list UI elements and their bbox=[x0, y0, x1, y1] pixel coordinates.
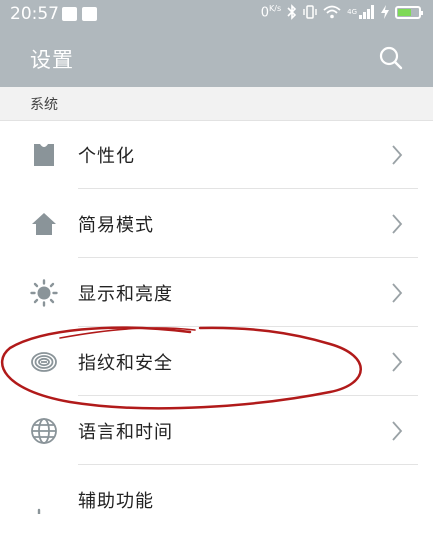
page-title: 设置 bbox=[30, 48, 74, 72]
wifi-icon bbox=[323, 5, 341, 19]
home-icon bbox=[32, 213, 56, 235]
settings-item-label: 显示和亮度 bbox=[78, 284, 173, 305]
chevron-right-icon bbox=[392, 214, 403, 234]
settings-item-label: 语言和时间 bbox=[78, 422, 173, 443]
section-header: 系统 bbox=[0, 87, 433, 121]
fingerprint-icon bbox=[31, 352, 57, 372]
net-badge: 4G bbox=[347, 8, 357, 17]
settings-item-language-time[interactable]: 语言和时间 bbox=[0, 396, 433, 465]
settings-item-simple-mode[interactable]: 简易模式 bbox=[0, 189, 433, 258]
signal-icon bbox=[359, 5, 374, 20]
brightness-icon bbox=[30, 279, 58, 307]
charging-icon bbox=[381, 5, 389, 20]
shirt-icon bbox=[34, 144, 54, 166]
accessibility-icon bbox=[37, 508, 41, 514]
section-label: 系统 bbox=[30, 97, 58, 113]
chevron-right-icon bbox=[392, 421, 403, 441]
app-bar: 设置 bbox=[0, 30, 433, 87]
settings-item-label: 简易模式 bbox=[78, 215, 154, 236]
chevron-right-icon bbox=[392, 283, 403, 303]
vibrate-icon bbox=[303, 5, 317, 19]
status-right-icons: 0K/s 4G bbox=[260, 4, 423, 21]
status-bar: 20:57 0K/s 4G bbox=[0, 0, 433, 30]
globe-icon bbox=[31, 418, 57, 444]
status-time: 20:57 bbox=[10, 4, 59, 24]
search-icon[interactable] bbox=[378, 45, 404, 71]
message-icon bbox=[62, 7, 77, 21]
settings-item-personalization[interactable]: 个性化 bbox=[0, 120, 433, 189]
settings-item-label: 指纹和安全 bbox=[78, 353, 173, 374]
battery-icon bbox=[395, 5, 423, 19]
bluetooth-icon bbox=[287, 4, 297, 21]
settings-item-accessibility[interactable]: 辅助功能 bbox=[0, 465, 433, 534]
status-notification-icons bbox=[62, 7, 97, 21]
chevron-right-icon bbox=[392, 352, 403, 372]
settings-item-display-brightness[interactable]: 显示和亮度 bbox=[0, 258, 433, 327]
settings-item-label: 辅助功能 bbox=[78, 491, 154, 512]
notification-icon bbox=[82, 7, 97, 21]
battery-level bbox=[398, 8, 412, 16]
settings-item-label: 个性化 bbox=[78, 146, 135, 167]
network-speed: 0K/s bbox=[260, 4, 282, 21]
chevron-right-icon bbox=[392, 145, 403, 165]
settings-item-fingerprint-security[interactable]: 指纹和安全 bbox=[0, 327, 433, 396]
